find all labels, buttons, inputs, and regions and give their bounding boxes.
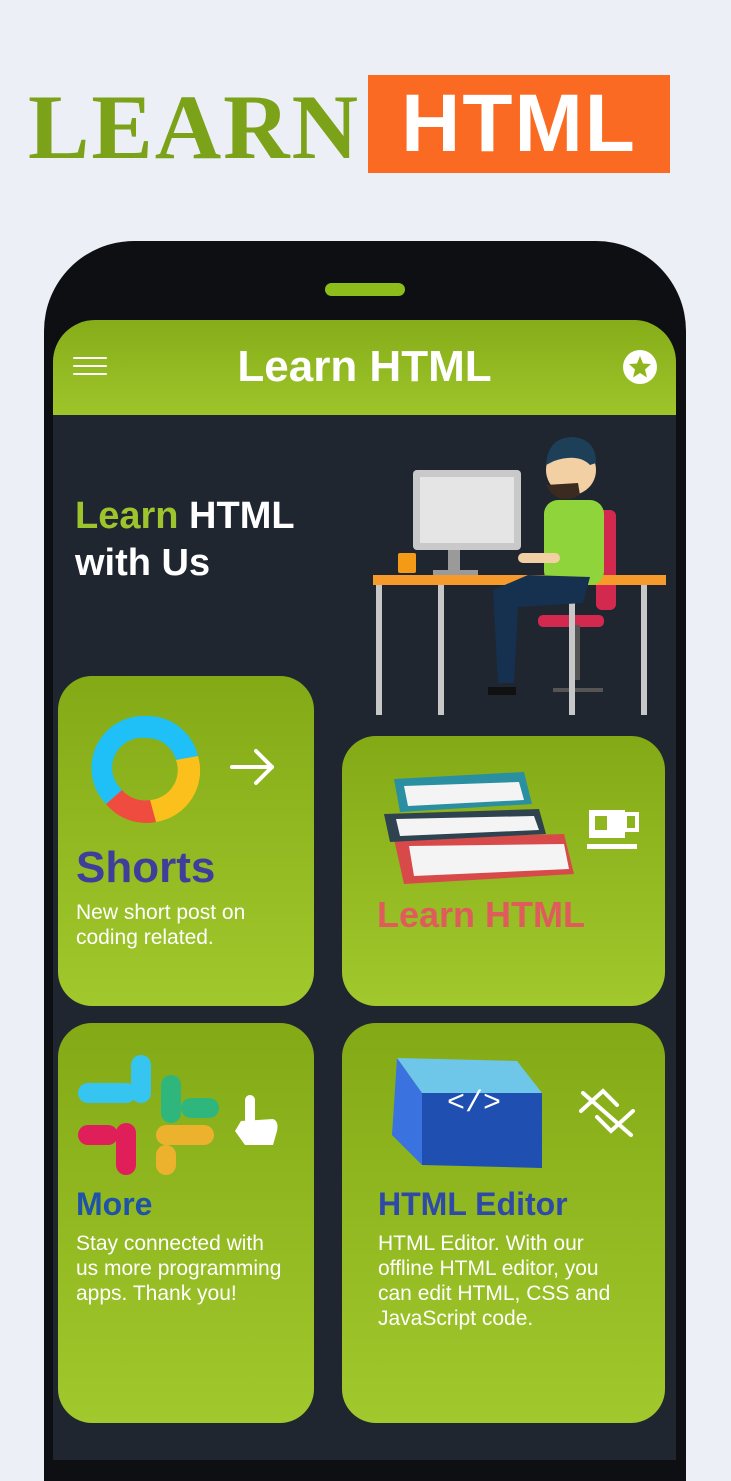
html-editor-card-description: HTML Editor. With our offline HTML edito…	[378, 1232, 611, 1330]
developer-at-desk-illustration	[373, 437, 666, 715]
app-screen: Learn HTML Learn HTML with Us Shorts New…	[53, 320, 676, 1460]
hero-line1-rest: HTML	[178, 495, 295, 537]
code-cube-icon: </>	[392, 1058, 542, 1168]
html-editor-card-title: HTML Editor	[378, 1186, 568, 1222]
shorts-card-description: New short post on coding related.	[76, 901, 246, 949]
books-stack-icon	[384, 772, 574, 884]
promo-title: LEARN HTML	[28, 62, 688, 192]
hero-line2: with Us	[75, 542, 211, 584]
learn-html-card[interactable]: Learn HTML	[342, 736, 665, 1006]
more-apps-grid-icon	[78, 1055, 219, 1175]
more-card-title: More	[76, 1186, 153, 1222]
coffee-cup-icon[interactable]	[585, 802, 641, 852]
learn-html-card-title: Learn HTML	[377, 894, 586, 935]
more-card[interactable]: More Stay connected with us more program…	[58, 1023, 314, 1423]
shorts-ring-icon	[91, 715, 201, 823]
hero-accent-word: Learn	[75, 495, 179, 537]
more-card-description: Stay connected with us more programming …	[76, 1232, 282, 1305]
app-bar-title: Learn HTML	[237, 342, 492, 391]
shorts-card[interactable]: Shorts New short post on coding related.	[58, 676, 314, 1006]
html-editor-card[interactable]: </> HTML Editor HTML Editor. With our of…	[342, 1023, 665, 1423]
star-badge-icon[interactable]	[622, 349, 658, 385]
promo-learn-word: LEARN	[28, 76, 361, 178]
app-bar: Learn HTML	[53, 320, 676, 415]
code-swap-icon[interactable]	[577, 1087, 637, 1139]
phone-speaker-notch	[325, 283, 405, 296]
pointing-hand-icon[interactable]	[233, 1091, 281, 1149]
arrow-right-icon[interactable]	[228, 747, 278, 787]
svg-text:</>: </>	[447, 1087, 501, 1121]
shorts-card-title: Shorts	[76, 843, 216, 892]
promo-html-badge: HTML	[368, 75, 670, 173]
hero-heading: Learn HTML with Us	[75, 493, 295, 587]
